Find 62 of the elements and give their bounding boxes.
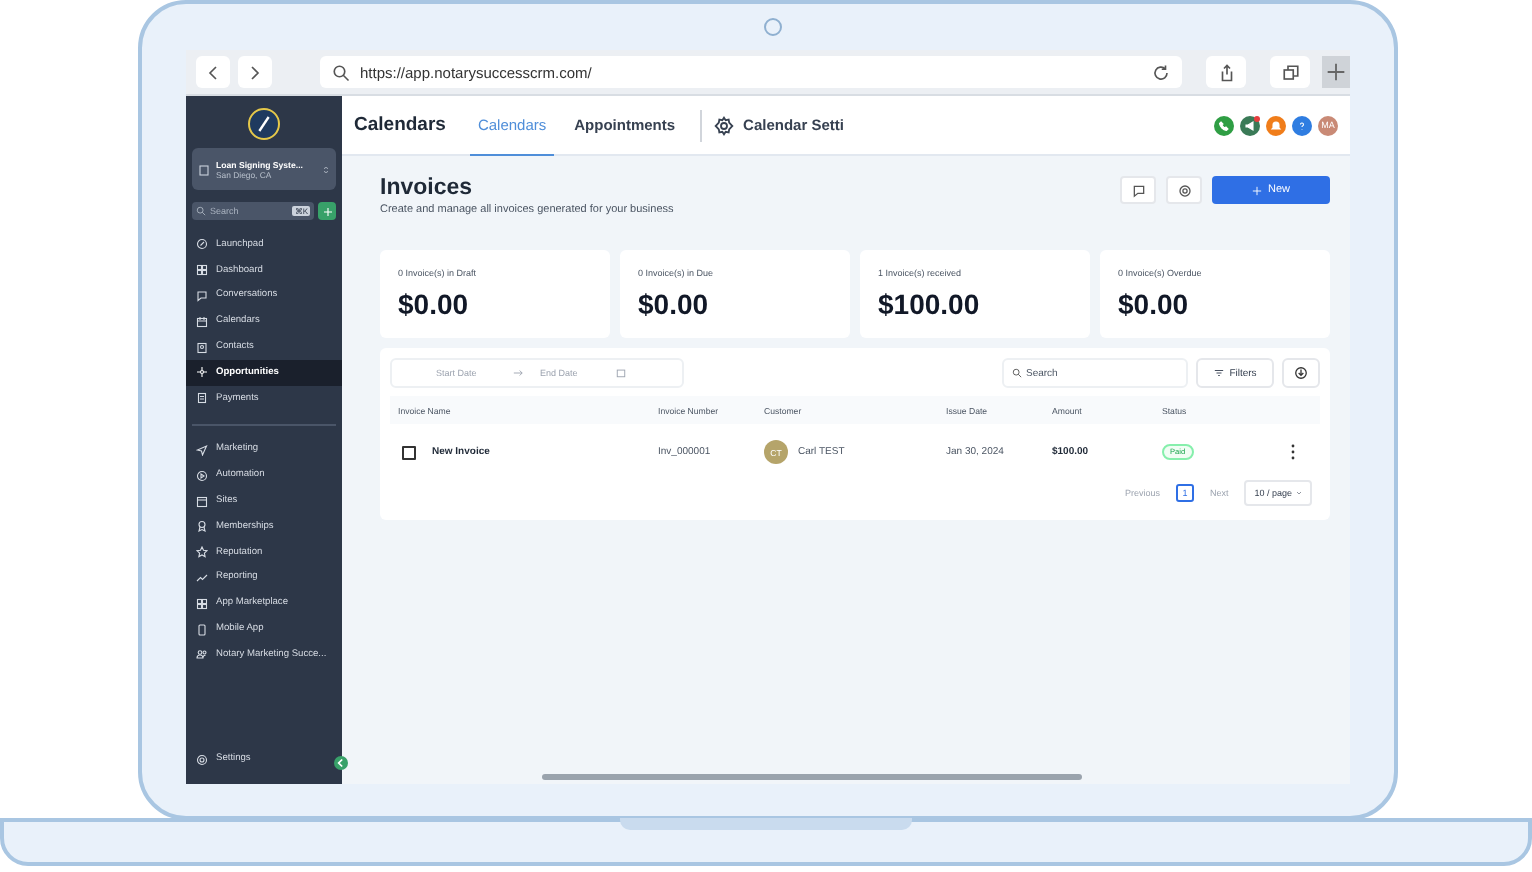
stat-value: $0.00 [1118,288,1191,320]
download-icon [1294,366,1308,380]
back-icon [204,63,222,81]
phone-button[interactable] [1214,115,1234,135]
reload-icon [1152,63,1170,81]
calendar-icon [196,315,208,328]
filter-icon [1213,368,1224,378]
help-button[interactable] [1292,115,1312,135]
share-icon [1217,63,1235,81]
phone-icon [196,623,208,636]
notifications-button[interactable] [1266,115,1286,135]
camera-icon [764,18,782,36]
tabs-button[interactable] [1270,56,1310,88]
contact-card-icon [196,341,208,354]
settings-icon [1177,183,1191,197]
tabs-icon [1281,63,1299,81]
send-icon [196,443,208,456]
plus-icon [1251,185,1262,195]
search-icon [332,63,350,81]
search-icon [1012,368,1022,378]
badge-icon [196,520,208,533]
star-icon [196,546,208,559]
section-title: Calendars [354,114,446,136]
chat-icon [1131,183,1145,197]
announcement-button[interactable] [1240,115,1260,135]
row-checkbox[interactable] [402,445,416,459]
stat-value: $0.00 [638,288,711,320]
settings-icon [196,753,208,766]
plus-icon [321,205,333,217]
more-options-icon[interactable] [1289,444,1295,460]
stat-value: $100.00 [878,288,982,320]
quick-add-button[interactable] [318,202,336,220]
website-icon [196,495,208,508]
search-icon [196,206,206,216]
share-button[interactable] [1206,56,1246,88]
settings-button[interactable] [1166,176,1202,204]
feedback-button[interactable] [1120,176,1156,204]
back-button[interactable] [196,56,230,88]
collapse-icon[interactable] [334,756,348,770]
calendar-icon [616,368,626,378]
receipt-icon [196,392,208,405]
logo-icon [248,108,280,140]
forward-icon [246,63,264,81]
stat-value: $0.00 [398,288,471,320]
settings-icon [713,115,734,135]
new-tab-button[interactable] [1322,56,1350,88]
page-title: Invoices [380,176,475,200]
download-button[interactable] [1282,358,1320,388]
phone-icon [1218,119,1230,131]
arrow-icon [512,368,524,378]
network-icon [196,366,208,379]
grid-icon [196,264,208,277]
chat-icon [196,289,208,302]
apps-icon [196,597,208,610]
megaphone-icon [1244,119,1256,131]
help-icon [1296,119,1308,131]
group-icon [196,648,208,661]
trend-icon [196,571,208,584]
forward-button[interactable] [238,56,272,88]
plus-icon [1326,62,1346,82]
bell-icon [1270,119,1282,131]
scrollbar[interactable] [542,774,1082,780]
